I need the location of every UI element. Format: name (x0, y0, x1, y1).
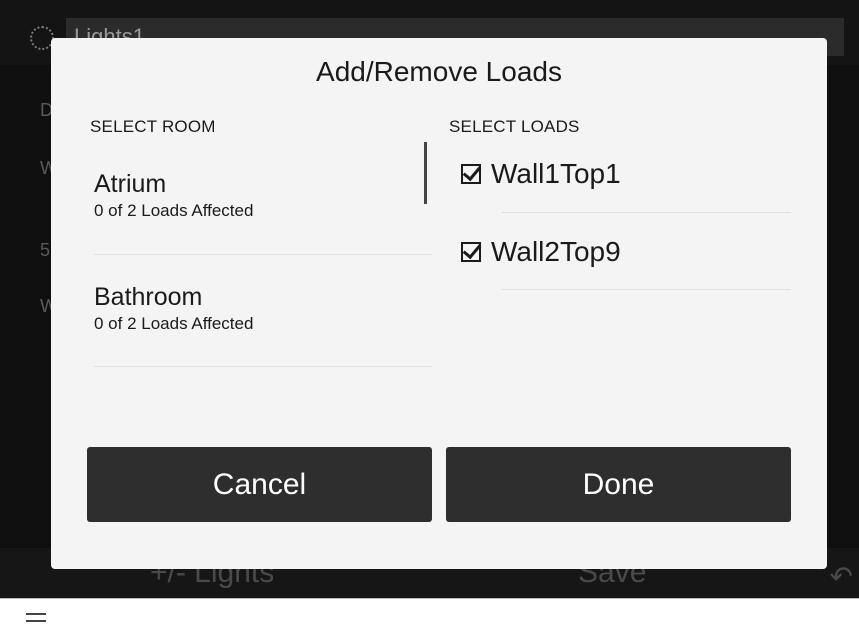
load-item-wall2top9[interactable]: Wall2Top9 (461, 236, 791, 268)
add-remove-loads-dialog: Add/Remove Loads SELECT ROOM SELECT LOAD… (51, 38, 827, 569)
load-item-wall1top1[interactable]: Wall1Top1 (461, 158, 791, 190)
divider (501, 289, 791, 290)
select-loads-header: SELECT LOADS (449, 117, 580, 136)
hamburger-menu-icon[interactable] (26, 613, 46, 623)
room-name: Bathroom (94, 283, 203, 311)
checkbox-checked-icon[interactable] (461, 164, 481, 184)
done-button[interactable]: Done (446, 447, 791, 522)
back-arrow-icon[interactable]: ↶ (830, 560, 853, 593)
load-label: Wall1Top1 (491, 158, 621, 189)
dialog-title: Add/Remove Loads (316, 56, 562, 87)
room-name: Atrium (94, 170, 167, 198)
cancel-button[interactable]: Cancel (87, 447, 432, 522)
room-item-atrium[interactable]: Atrium 0 of 2 Loads Affected (94, 170, 432, 255)
load-label: Wall2Top9 (491, 236, 621, 267)
divider (501, 212, 791, 213)
checkbox-checked-icon[interactable] (461, 242, 481, 262)
room-status: 0 of 2 Loads Affected (94, 201, 254, 220)
room-status: 0 of 2 Loads Affected (94, 314, 254, 333)
bg-label-3: 5 (40, 240, 51, 260)
room-item-bathroom[interactable]: Bathroom 0 of 2 Loads Affected (94, 283, 432, 367)
footer-bar (0, 598, 859, 638)
room-list-scrollbar[interactable] (424, 142, 427, 204)
select-room-header: SELECT ROOM (90, 117, 216, 136)
